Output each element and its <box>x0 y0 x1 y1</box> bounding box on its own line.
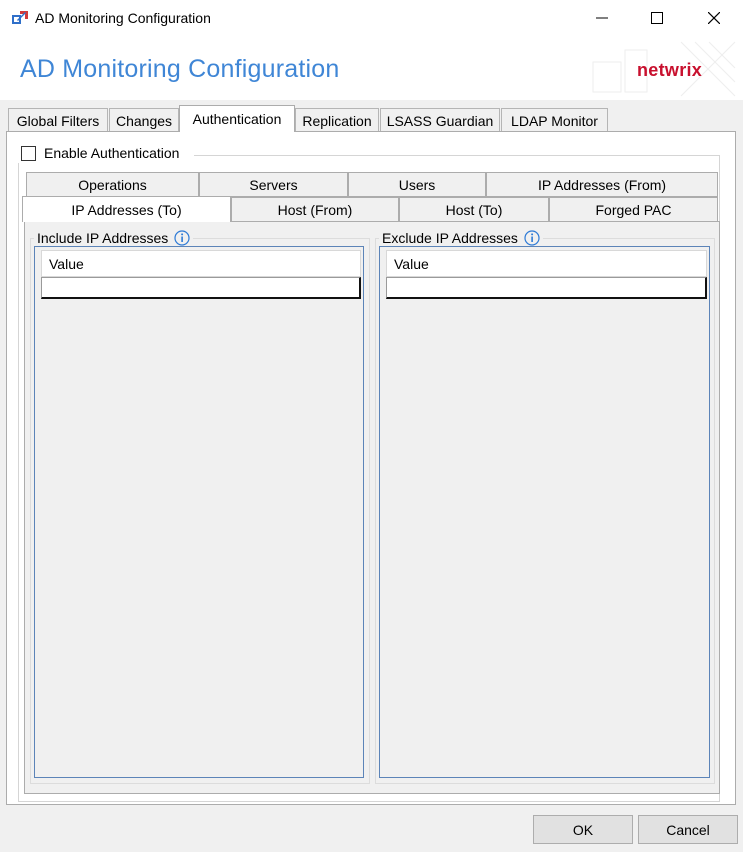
maximize-icon <box>651 12 663 24</box>
include-ip-legend-label: Include IP Addresses <box>37 230 169 246</box>
tab-changes[interactable]: Changes <box>109 108 179 132</box>
enable-authentication-label: Enable Authentication <box>44 145 180 161</box>
exclude-ip-column-header[interactable]: Value <box>386 250 707 277</box>
tab-authentication[interactable]: Authentication <box>179 105 295 132</box>
minimize-button[interactable] <box>580 0 624 36</box>
exclude-ip-new-row[interactable] <box>386 277 707 299</box>
include-ip-column-header[interactable]: Value <box>41 250 361 277</box>
tab-ldap-monitor[interactable]: LDAP Monitor <box>501 108 608 132</box>
enable-authentication-checkbox[interactable] <box>21 146 36 161</box>
cancel-button[interactable]: Cancel <box>638 815 738 844</box>
include-ip-new-row[interactable] <box>41 277 361 299</box>
tab-global-filters[interactable]: Global Filters <box>8 108 108 132</box>
app-icon <box>12 11 28 24</box>
exclude-ip-legend-label: Exclude IP Addresses <box>382 230 518 246</box>
page-title: AD Monitoring Configuration <box>20 55 340 83</box>
ok-button[interactable]: OK <box>533 815 633 844</box>
exclude-ip-grid[interactable]: Value <box>379 246 710 778</box>
include-ip-legend: Include IP Addresses <box>34 229 194 247</box>
exclude-ip-legend: Exclude IP Addresses <box>379 229 543 247</box>
maximize-button[interactable] <box>635 0 679 36</box>
close-icon <box>708 12 720 24</box>
close-button[interactable] <box>692 0 736 36</box>
brand-logo: netwrix <box>637 60 703 80</box>
subtab-host-from[interactable]: Host (From) <box>231 197 399 222</box>
minimize-icon <box>596 17 608 19</box>
info-icon[interactable] <box>524 230 540 246</box>
subtab-forged-pac[interactable]: Forged PAC <box>549 197 718 222</box>
subtab-ip-addresses-from[interactable]: IP Addresses (From) <box>486 172 718 197</box>
subtab-ip-addresses-to[interactable]: IP Addresses (To) <box>22 196 231 222</box>
subtab-operations[interactable]: Operations <box>26 172 199 197</box>
tab-replication[interactable]: Replication <box>295 108 379 132</box>
window-title: AD Monitoring Configuration <box>35 10 211 26</box>
tab-lsass-guardian[interactable]: LSASS Guardian <box>380 108 500 132</box>
info-icon[interactable] <box>174 230 190 246</box>
include-ip-grid[interactable]: Value <box>34 246 364 778</box>
subtab-users[interactable]: Users <box>348 172 486 197</box>
subtab-host-to[interactable]: Host (To) <box>399 197 549 222</box>
subtab-servers[interactable]: Servers <box>199 172 348 197</box>
